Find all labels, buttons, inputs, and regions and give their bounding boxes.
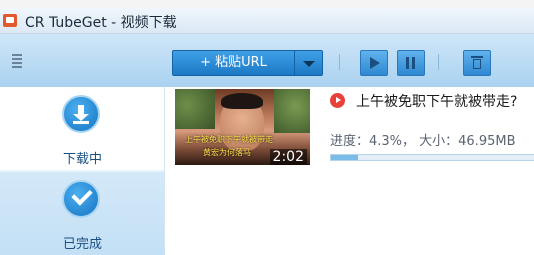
toolbar-divider	[339, 54, 340, 70]
window-title: CR TubeGet - 视频下载	[25, 15, 177, 31]
thumbnail-caption: 上午被免职下午就被带走	[185, 135, 273, 144]
play-icon	[370, 57, 380, 69]
progress-bar-fill	[331, 155, 359, 160]
menu-list-icon[interactable]	[12, 54, 22, 68]
paste-url-dropdown-button[interactable]	[294, 50, 323, 76]
sidebar-item-label: 已完成	[62, 237, 102, 252]
title-bar: CR TubeGet - 视频下载	[0, 8, 534, 34]
download-icon	[62, 95, 100, 133]
start-button[interactable]	[360, 50, 388, 76]
taskbar-strip	[0, 0, 534, 8]
trash-icon	[471, 56, 483, 70]
sidebar-item-completed[interactable]: 已完成	[0, 172, 165, 255]
progress-bar	[330, 154, 534, 161]
video-title[interactable]: 上午被免职下午就被带走?	[356, 91, 517, 111]
sidebar: 下载中 已完成	[0, 87, 166, 255]
progress-status: 进度：4.3%， 大小：46.95MB	[330, 134, 516, 149]
delete-button[interactable]	[463, 50, 491, 76]
video-duration: 2:02	[269, 149, 307, 165]
app-logo-icon	[3, 14, 17, 27]
toolbar: + 粘贴URL	[0, 34, 534, 87]
pause-button[interactable]	[397, 50, 425, 76]
check-icon	[62, 180, 100, 218]
video-source-icon	[330, 93, 345, 108]
sidebar-item-label: 下载中	[62, 152, 102, 167]
toolbar-divider	[438, 54, 439, 70]
thumbnail-caption: 黄宏为何落马	[203, 148, 251, 157]
sidebar-divider	[164, 87, 165, 249]
sidebar-item-downloading[interactable]: 下载中	[0, 87, 166, 170]
video-thumbnail[interactable]: 上午被免职下午就被带走 黄宏为何落马 2:02	[175, 89, 310, 165]
paste-url-button[interactable]: + 粘贴URL	[172, 50, 295, 76]
pause-icon	[406, 57, 416, 69]
